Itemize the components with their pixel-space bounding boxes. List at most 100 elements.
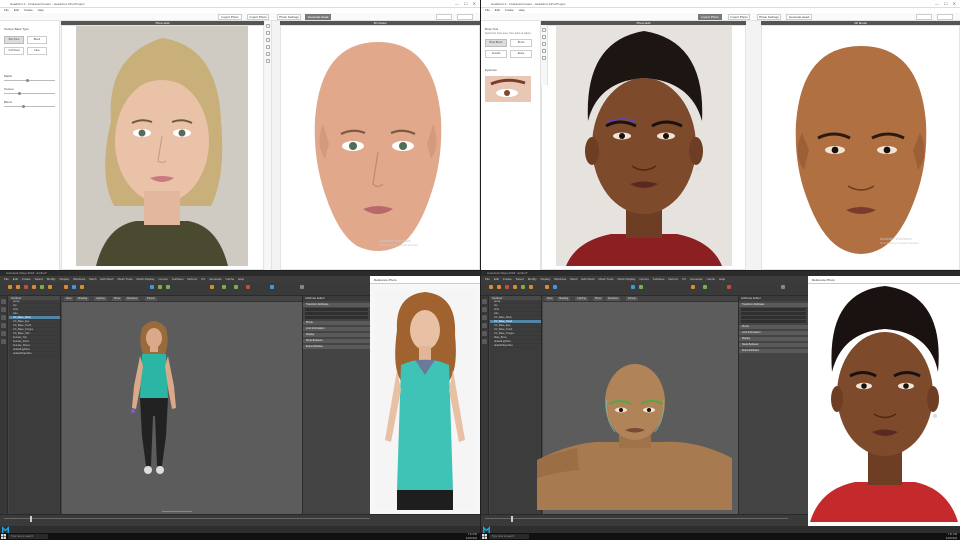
viewport-menu-panels[interactable]: Panels: [626, 297, 638, 301]
taskbar-search-box[interactable]: Type here to search: [8, 534, 48, 539]
mask-icon[interactable]: [266, 52, 270, 56]
maya-menu-display[interactable]: Display: [540, 277, 550, 281]
shelf-icon[interactable]: [300, 285, 304, 289]
scale-tool-icon[interactable]: [482, 339, 487, 344]
viewport-menu-show[interactable]: Show: [112, 297, 123, 301]
shelf-icon[interactable]: [529, 285, 533, 289]
scale-tool-icon[interactable]: [1, 339, 6, 344]
maya-command-line[interactable]: [0, 526, 480, 533]
menu-create[interactable]: Create: [505, 8, 514, 12]
attr-field[interactable]: [305, 312, 368, 315]
select-tool-icon[interactable]: [482, 299, 487, 304]
shelf-icon[interactable]: [691, 285, 695, 289]
maya-menu-deform[interactable]: Deform: [187, 277, 197, 281]
outliner-row[interactable]: defaultObjectSet: [9, 352, 60, 356]
option-brow-brush[interactable]: Brow Brush: [485, 39, 507, 47]
maya-menu-windows[interactable]: Windows: [73, 277, 85, 281]
maya-menu-mesh-tools[interactable]: Mesh Tools: [118, 277, 133, 281]
eye-icon[interactable]: [266, 38, 270, 42]
import-photo-button[interactable]: Import Photo: [698, 14, 722, 20]
option-full-head[interactable]: Full Head: [4, 47, 24, 55]
taskbar-search-box[interactable]: Type here to search: [489, 534, 529, 539]
attr-section[interactable]: Transform Attributes: [739, 303, 808, 307]
generate-head-button[interactable]: Generate Head: [786, 14, 812, 20]
layer-icon[interactable]: [542, 49, 546, 53]
menu-file[interactable]: File: [485, 8, 490, 12]
maya-menu-mesh-tools[interactable]: Mesh Tools: [599, 277, 614, 281]
maya-menu-mesh[interactable]: Mesh: [89, 277, 96, 281]
move-tool-icon[interactable]: [482, 323, 487, 328]
option-skin-tone[interactable]: Skin Tone: [4, 36, 24, 44]
lasso-tool-icon[interactable]: [482, 307, 487, 312]
import-photo-button-2[interactable]: Import Photo: [728, 14, 750, 20]
maya-menu-help[interactable]: Help: [238, 277, 244, 281]
maya-menu-mesh-display[interactable]: Mesh Display: [617, 277, 635, 281]
eye-icon[interactable]: [542, 42, 546, 46]
shelf-icon[interactable]: [210, 285, 214, 289]
menu-edit[interactable]: Edit: [495, 8, 500, 12]
attr-section[interactable]: Node Behavior: [739, 343, 808, 347]
attr-field[interactable]: [305, 316, 368, 319]
window-controls[interactable]: — ☐ ✕: [455, 0, 478, 8]
shelf-icon[interactable]: [80, 285, 84, 289]
menu-help[interactable]: Help: [519, 8, 525, 12]
shelf-icon[interactable]: [40, 285, 44, 289]
select-tool-icon[interactable]: [1, 299, 6, 304]
attr-section[interactable]: Pivots: [303, 321, 370, 325]
maya-menu-edit-mesh[interactable]: Edit Mesh: [581, 277, 594, 281]
shelf-icon[interactable]: [505, 285, 509, 289]
shelf-icon[interactable]: [497, 285, 501, 289]
maya-menu-file[interactable]: File: [485, 277, 490, 281]
shelf-icon[interactable]: [631, 285, 635, 289]
paint-tool-icon[interactable]: [482, 315, 487, 320]
maya-menu-generate[interactable]: Generate: [209, 277, 222, 281]
apply-button[interactable]: [916, 14, 932, 20]
shelf-icon[interactable]: [234, 285, 238, 289]
attr-section[interactable]: Extra Attributes: [739, 349, 808, 353]
shelf-icon[interactable]: [489, 285, 493, 289]
attr-field[interactable]: [741, 316, 806, 319]
shelf-icon[interactable]: [727, 285, 731, 289]
paint-tool-icon[interactable]: [1, 315, 6, 320]
option-erase[interactable]: Erase: [510, 50, 532, 58]
attr-section[interactable]: Transform Attributes: [303, 303, 370, 307]
slider-match[interactable]: [4, 79, 55, 82]
shelf-icon[interactable]: [158, 285, 162, 289]
photo-settings-button[interactable]: Photo Settings: [277, 14, 301, 20]
viewport-menu-renderer[interactable]: Renderer: [606, 297, 621, 301]
viewport-menu-lighting[interactable]: Lighting: [94, 297, 107, 301]
window-controls[interactable]: — ☐ ✕: [935, 0, 958, 8]
cancel-button[interactable]: [937, 14, 953, 20]
attr-section[interactable]: Extra Attributes: [303, 345, 370, 349]
import-photo-button[interactable]: Import Photo: [218, 14, 242, 20]
attr-field[interactable]: [741, 308, 806, 311]
move-tool-icon[interactable]: [1, 323, 6, 328]
shelf-icon[interactable]: [72, 285, 76, 289]
add-icon[interactable]: [266, 24, 270, 28]
menu-create[interactable]: Create: [24, 8, 33, 12]
maya-menu-surfaces[interactable]: Surfaces: [172, 277, 184, 281]
shelf-icon[interactable]: [270, 285, 274, 289]
maya-menu-mesh[interactable]: Mesh: [570, 277, 577, 281]
maya-menu-modify[interactable]: Modify: [47, 277, 56, 281]
maya-menu-modify[interactable]: Modify: [528, 277, 537, 281]
shelf-icon[interactable]: [24, 285, 28, 289]
menu-file[interactable]: File: [4, 8, 9, 12]
shelf-icon[interactable]: [781, 285, 785, 289]
menu-edit[interactable]: Edit: [14, 8, 19, 12]
maya-menu-edit-mesh[interactable]: Edit Mesh: [100, 277, 113, 281]
maya-menu-file[interactable]: File: [4, 277, 9, 281]
shelf-icon[interactable]: [513, 285, 517, 289]
option-face[interactable]: Face: [27, 47, 47, 55]
shelf-icon[interactable]: [16, 285, 20, 289]
slider-texture[interactable]: [4, 92, 55, 95]
shelf-icon[interactable]: [521, 285, 525, 289]
lasso-tool-icon[interactable]: [1, 307, 6, 312]
maya-menu-mesh-display[interactable]: Mesh Display: [136, 277, 154, 281]
maya-menu-uv[interactable]: UV: [201, 277, 205, 281]
maya-menu-select[interactable]: Select: [35, 277, 43, 281]
shelf-icon[interactable]: [150, 285, 154, 289]
cancel-button[interactable]: [457, 14, 473, 20]
viewport-menu-renderer[interactable]: Renderer: [125, 297, 140, 301]
eyebrow-preview-thumbnail[interactable]: [485, 76, 531, 102]
